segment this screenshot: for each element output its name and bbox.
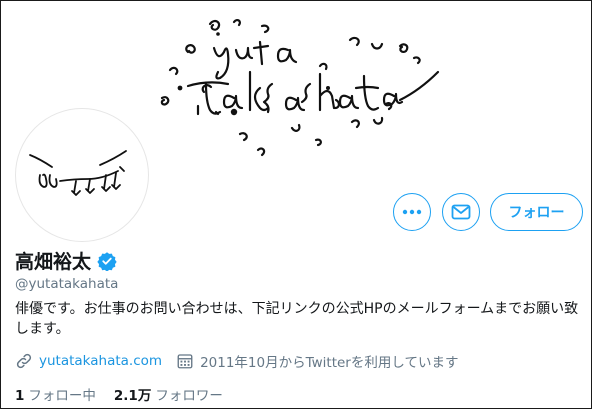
follow-button[interactable]: フォロー [490, 193, 583, 231]
profile-stats: 1 フォロー中 2.1万 フォロワー [15, 384, 241, 404]
message-button[interactable] [442, 193, 480, 231]
more-button[interactable] [393, 193, 431, 231]
profile-name-row: 高畑裕太 [15, 247, 117, 274]
profile-bio: 俳優です。お仕事のお問い合わせは、下記リンクの公式HPのメールフォームまでお願い… [15, 301, 579, 337]
calendar-icon [177, 354, 193, 369]
followers-stat[interactable]: 2.1万 フォロワー [114, 384, 223, 404]
more-dots-icon [402, 209, 422, 215]
avatar-doodle [29, 150, 127, 196]
profile-avatar[interactable] [15, 108, 149, 242]
verified-badge-icon [97, 251, 117, 271]
following-count: 1 [15, 388, 25, 404]
profile-card: フォロー 高畑裕太 @yutatakahata 俳優です。お仕事のお問い合わせは… [0, 0, 592, 409]
profile-display-name: 高畑裕太 [15, 251, 92, 273]
profile-handle: @yutatakahata [15, 276, 119, 292]
link-icon [16, 353, 32, 369]
following-stat[interactable]: 1 フォロー中 [15, 384, 96, 404]
profile-meta: yutatakahata.com 2011年10月からTwitterを利用してい… [15, 351, 458, 371]
followers-count: 2.1万 [113, 388, 152, 404]
website-link[interactable]: yutatakahata.com [39, 353, 162, 369]
join-date: 2011年10月からTwitterを利用しています [200, 355, 459, 371]
followers-label: フォロワー [155, 388, 223, 404]
envelope-icon [451, 204, 471, 220]
follow-button-label: フォロー [508, 205, 565, 221]
following-label: フォロー中 [28, 388, 96, 404]
